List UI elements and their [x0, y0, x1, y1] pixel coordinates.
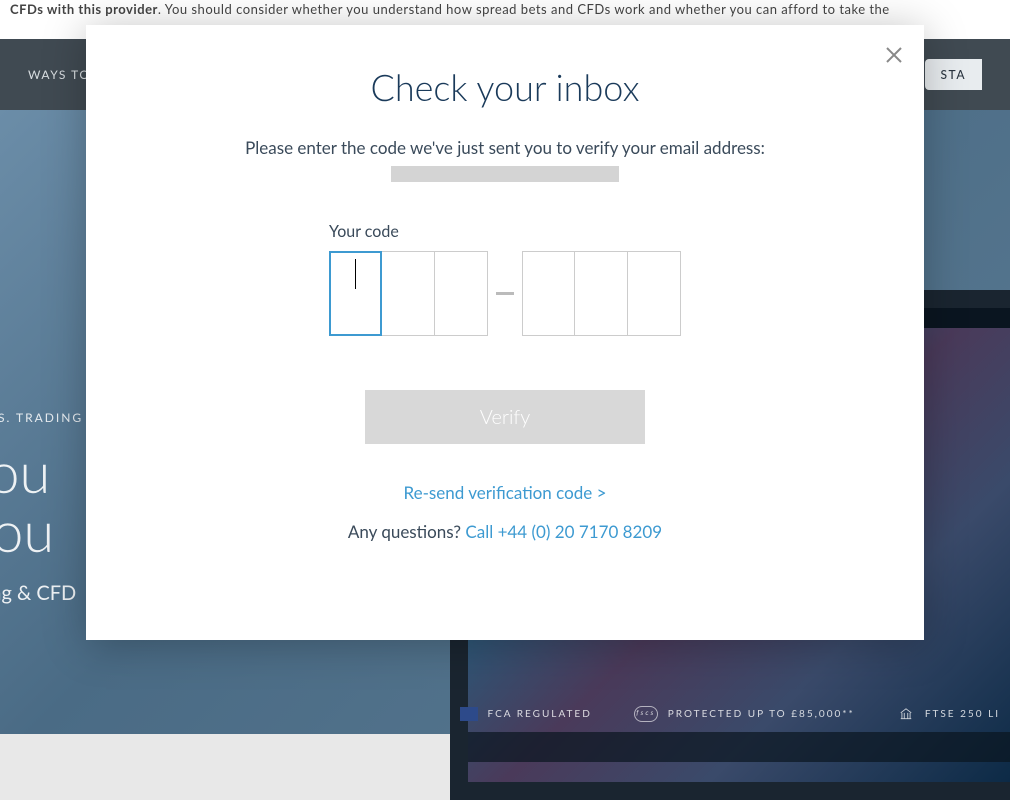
code-group-2 [522, 251, 681, 336]
code-separator [488, 292, 522, 295]
code-digit-6[interactable] [628, 251, 681, 336]
code-inputs-row [329, 251, 681, 336]
phone-link[interactable]: Call +44 (0) 20 7170 8209 [465, 521, 662, 542]
code-digit-2[interactable] [382, 251, 435, 336]
code-label: Your code [329, 222, 681, 241]
email-address-redacted [391, 166, 619, 182]
code-digit-4[interactable] [522, 251, 575, 336]
modal-subtitle: Please enter the code we've just sent yo… [146, 137, 864, 158]
modal-title: Check your inbox [146, 65, 864, 109]
modal-overlay: Check your inbox Please enter the code w… [0, 0, 1010, 734]
modal-content: Check your inbox Please enter the code w… [86, 25, 924, 582]
close-button[interactable] [882, 43, 906, 67]
code-digit-5[interactable] [575, 251, 628, 336]
resend-code-link[interactable]: Re-send verification code > [146, 482, 864, 503]
code-group-1 [329, 251, 488, 336]
code-digit-3[interactable] [435, 251, 488, 336]
questions-text: Any questions? Call +44 (0) 20 7170 8209 [146, 521, 864, 542]
verify-button[interactable]: Verify [365, 390, 645, 444]
close-icon [885, 46, 903, 64]
verification-modal: Check your inbox Please enter the code w… [86, 25, 924, 640]
code-digit-1[interactable] [329, 251, 382, 336]
code-entry-section: Your code [329, 222, 681, 336]
